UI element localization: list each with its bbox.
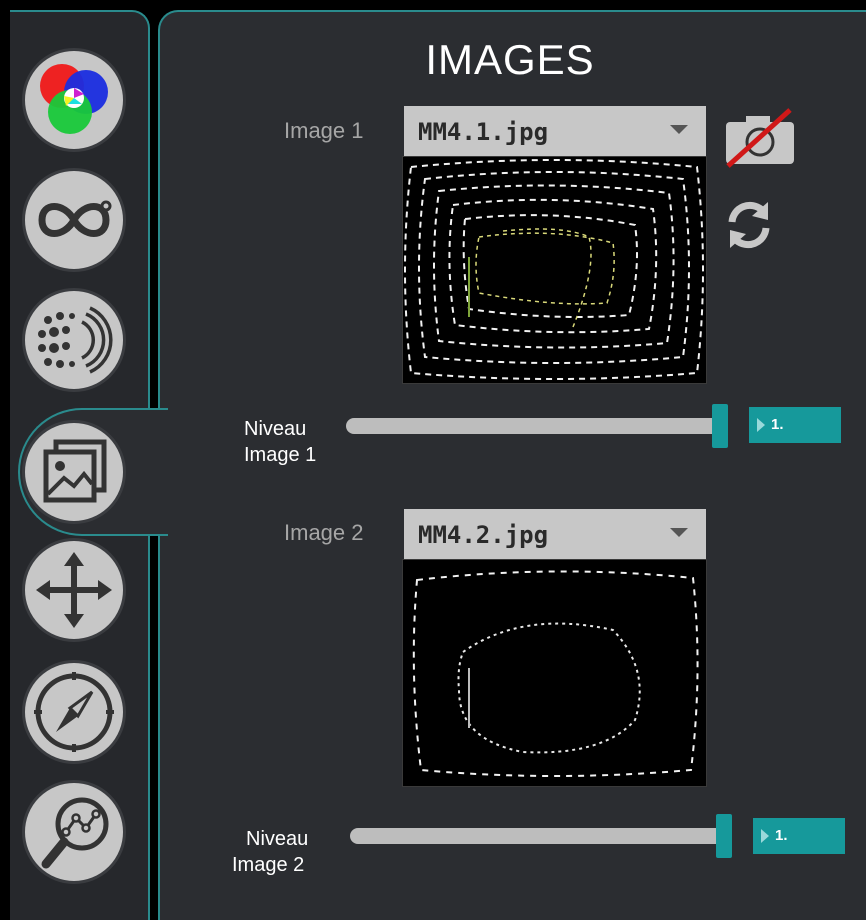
sidebar-item-analysis[interactable] [22, 780, 126, 884]
image1-preview [402, 156, 707, 384]
image1-level-value: 1. [771, 416, 784, 433]
image2-label: Image 2 [284, 520, 364, 545]
page-title: IMAGES [425, 36, 595, 83]
image1-level-slider-track[interactable] [346, 418, 722, 434]
camera-off-button[interactable] [724, 108, 796, 168]
image2-level-label-line2: Image 2 [232, 854, 305, 876]
image-gallery-icon [43, 439, 107, 503]
image2-level-value: 1. [775, 827, 788, 844]
image2-preview [402, 559, 707, 787]
sidebar-item-compass[interactable] [22, 660, 126, 764]
sidebar-item-images[interactable] [22, 420, 126, 524]
image1-file-value: MM4.1.jpg [418, 118, 549, 146]
dots-arcs-icon [38, 306, 113, 374]
image2-level-slider-track[interactable] [350, 828, 726, 844]
play-arrow-icon [757, 418, 765, 432]
image2-pattern [412, 570, 699, 777]
move-arrows-icon [36, 552, 112, 628]
infinity-icon [38, 200, 112, 237]
sidebar-item-move[interactable] [22, 538, 126, 642]
image2-level-label-line1: Niveau [246, 828, 309, 850]
play-arrow-icon [761, 829, 769, 843]
image1-level-label-line1: Niveau [244, 418, 307, 440]
rgb-circles-icon [40, 64, 108, 134]
compass-icon [34, 672, 114, 752]
chevron-down-icon [670, 125, 688, 134]
refresh-icon [728, 201, 770, 249]
image1-level-label-line2: Image 1 [244, 444, 317, 466]
image2-file-dropdown[interactable]: MM4.2.jpg [404, 509, 706, 559]
image2-file-value: MM4.2.jpg [418, 521, 549, 549]
image2-level-label: Niveau Image 2 [232, 826, 308, 878]
refresh-button[interactable] [724, 196, 774, 252]
image1-level-slider-thumb[interactable] [712, 404, 728, 448]
sidebar-item-pattern[interactable] [22, 288, 126, 392]
image2-level-input[interactable]: 1. [753, 818, 845, 854]
camera-off-icon [726, 108, 794, 168]
chevron-down-icon [670, 528, 688, 537]
image1-file-dropdown[interactable]: MM4.1.jpg [404, 106, 706, 156]
sidebar-item-infinity[interactable] [22, 168, 126, 272]
image1-level-label: Niveau Image 1 [244, 416, 316, 468]
image2-level-slider-thumb[interactable] [716, 814, 732, 858]
image1-pattern [404, 159, 704, 380]
app-window: IMAGES Image 1 MM4.1.jpg Niveau Image 1 … [0, 0, 866, 920]
sidebar-item-color[interactable] [22, 48, 126, 152]
image1-label: Image 1 [284, 118, 364, 143]
image1-level-input[interactable]: 1. [749, 407, 841, 443]
magnifier-graph-icon [41, 797, 109, 869]
